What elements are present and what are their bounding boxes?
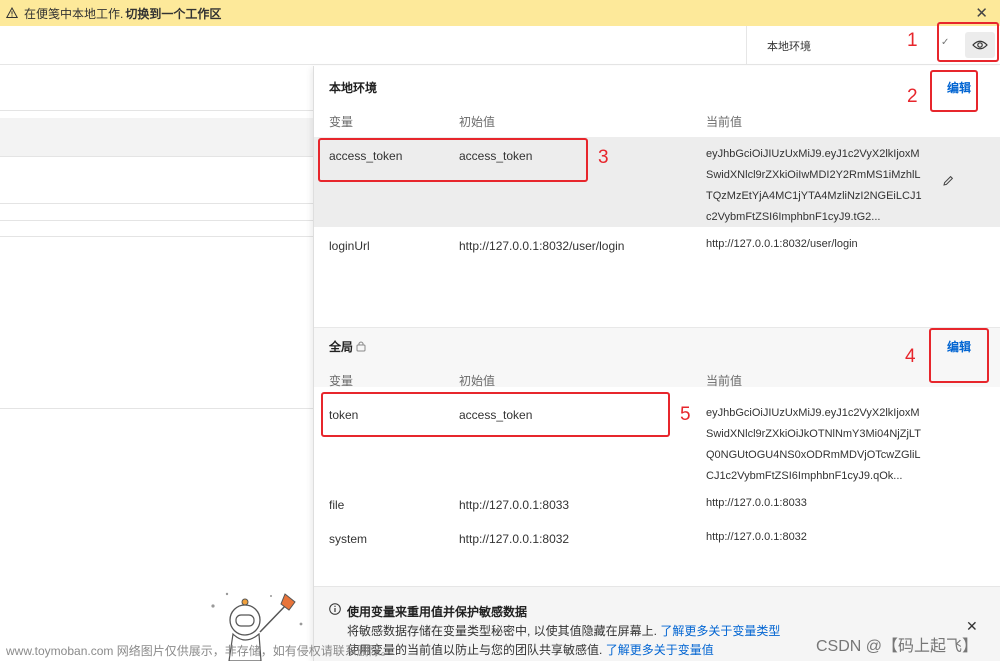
info-icon bbox=[329, 603, 341, 615]
local-env-title: 本地环境 bbox=[329, 81, 378, 95]
watermark-text: www.toymoban.com 网络图片仅供展示，非存储，如有侵权请联系删除。 bbox=[6, 644, 393, 658]
current-value[interactable]: eyJhbGciOiJIUzUxMiJ9.eyJ1c2VyX2lkIjoxM S… bbox=[706, 144, 942, 228]
variable-name: loginUrl bbox=[329, 239, 370, 253]
annotation-box bbox=[930, 70, 978, 112]
column-header-variable: 变量 bbox=[329, 115, 354, 129]
pencil-icon[interactable] bbox=[942, 175, 954, 187]
watermark-text: CSDN @【码上起飞】 bbox=[816, 638, 979, 655]
annotation-box bbox=[937, 22, 999, 62]
environment-selector-label: 本地环境 bbox=[767, 40, 811, 53]
annotation-label: 3 bbox=[598, 147, 609, 168]
notice-text: 将敏感数据存储在变量类型秘密中, 以使其值隐藏在屏幕上. bbox=[347, 624, 658, 638]
variable-name: file bbox=[329, 498, 345, 512]
workspace-tab-strip bbox=[0, 118, 313, 156]
current-value-line: c2VybmFtZSI6ImphbnF1cyJ9.tG2... bbox=[706, 211, 881, 223]
annotation-label: 5 bbox=[680, 404, 691, 425]
switch-workspace-link[interactable]: 切换到一个工作区 bbox=[125, 5, 221, 22]
warning-icon bbox=[6, 7, 18, 18]
environment-selector[interactable]: 本地环境 ✓ bbox=[746, 26, 962, 65]
column-header-current: 当前值 bbox=[706, 374, 743, 388]
global-env-header bbox=[314, 327, 1000, 387]
current-value[interactable]: http://127.0.0.1:8033 bbox=[706, 493, 942, 514]
global-env-title: 全局 bbox=[329, 340, 354, 354]
notice-line-1: 将敏感数据存储在变量类型秘密中, 以使其值隐藏在屏幕上. 了解更多关于变量类型 bbox=[347, 622, 780, 639]
learn-variable-types-link[interactable]: 了解更多关于变量类型 bbox=[660, 624, 780, 638]
annotation-box bbox=[929, 328, 989, 383]
current-value-line: CJ1c2VybmFtZSI6ImphbnF1cyJ9.qOk... bbox=[706, 470, 903, 482]
column-header-current: 当前值 bbox=[706, 115, 743, 129]
current-value[interactable]: eyJhbGciOiJIUzUxMiJ9.eyJ1c2VyX2lkIjoxM S… bbox=[706, 403, 942, 487]
close-icon[interactable]: ✕ bbox=[975, 4, 988, 22]
notice-title: 使用变量来重用值并保护敏感数据 bbox=[347, 605, 528, 619]
column-header-variable: 变量 bbox=[329, 374, 354, 388]
current-value-line: http://127.0.0.1:8033 bbox=[706, 497, 807, 509]
column-header-initial: 初始值 bbox=[459, 374, 496, 388]
annotation-label: 1 bbox=[907, 30, 918, 51]
current-value[interactable]: http://127.0.0.1:8032 bbox=[706, 527, 942, 548]
current-value-line: SwidXNlcl9rZXkiOiIwMDI2Y2RmMS1iMzhlL bbox=[706, 169, 921, 181]
current-value-line: http://127.0.0.1:8032 bbox=[706, 531, 807, 543]
annotation-box bbox=[318, 138, 588, 182]
current-value-line: eyJhbGciOiJIUzUxMiJ9.eyJ1c2VyX2lkIjoxM bbox=[706, 407, 920, 419]
banner-text: 在便笺中本地工作. bbox=[24, 6, 124, 21]
initial-value: http://127.0.0.1:8033 bbox=[459, 498, 570, 512]
app-window: 在便笺中本地工作. 切换到一个工作区 ✕ 本地环境 ✓ 本地环境 编辑 变量 初… bbox=[0, 0, 1000, 661]
annotation-label: 4 bbox=[905, 346, 916, 367]
lock-icon bbox=[356, 341, 366, 352]
current-value[interactable]: http://127.0.0.1:8032/user/login bbox=[706, 234, 942, 255]
learn-variable-values-link[interactable]: 了解更多关于变量值 bbox=[606, 643, 714, 657]
column-header-initial: 初始值 bbox=[459, 115, 496, 129]
initial-value: http://127.0.0.1:8032 bbox=[459, 532, 570, 546]
scratchpad-banner: 在便笺中本地工作. 切换到一个工作区 ✕ bbox=[0, 0, 1000, 26]
current-value-line: TQzMzEtYjA4MC1jYTA4MzliNzI2NGEiLCJ1 bbox=[706, 190, 922, 202]
current-value-line: http://127.0.0.1:8032/user/login bbox=[706, 238, 858, 250]
initial-value: http://127.0.0.1:8032/user/login bbox=[459, 239, 625, 253]
environment-bar: 本地环境 ✓ bbox=[0, 26, 1000, 65]
current-value-line: eyJhbGciOiJIUzUxMiJ9.eyJ1c2VyX2lkIjoxM bbox=[706, 148, 920, 160]
current-value-line: SwidXNlcl9rZXkiOiJkOTNlNmY3Mi04NjZjLT bbox=[706, 428, 921, 440]
annotation-box bbox=[321, 392, 670, 437]
current-value-line: Q0NGUtOGU4NS0xODRmMDVjOTcwZGliL bbox=[706, 449, 921, 461]
notice-line-2: 使用变量的当前值以防止与您的团队共享敏感值. 了解更多关于变量值 bbox=[347, 641, 714, 658]
annotation-label: 2 bbox=[907, 86, 918, 107]
variable-name: system bbox=[329, 532, 368, 546]
